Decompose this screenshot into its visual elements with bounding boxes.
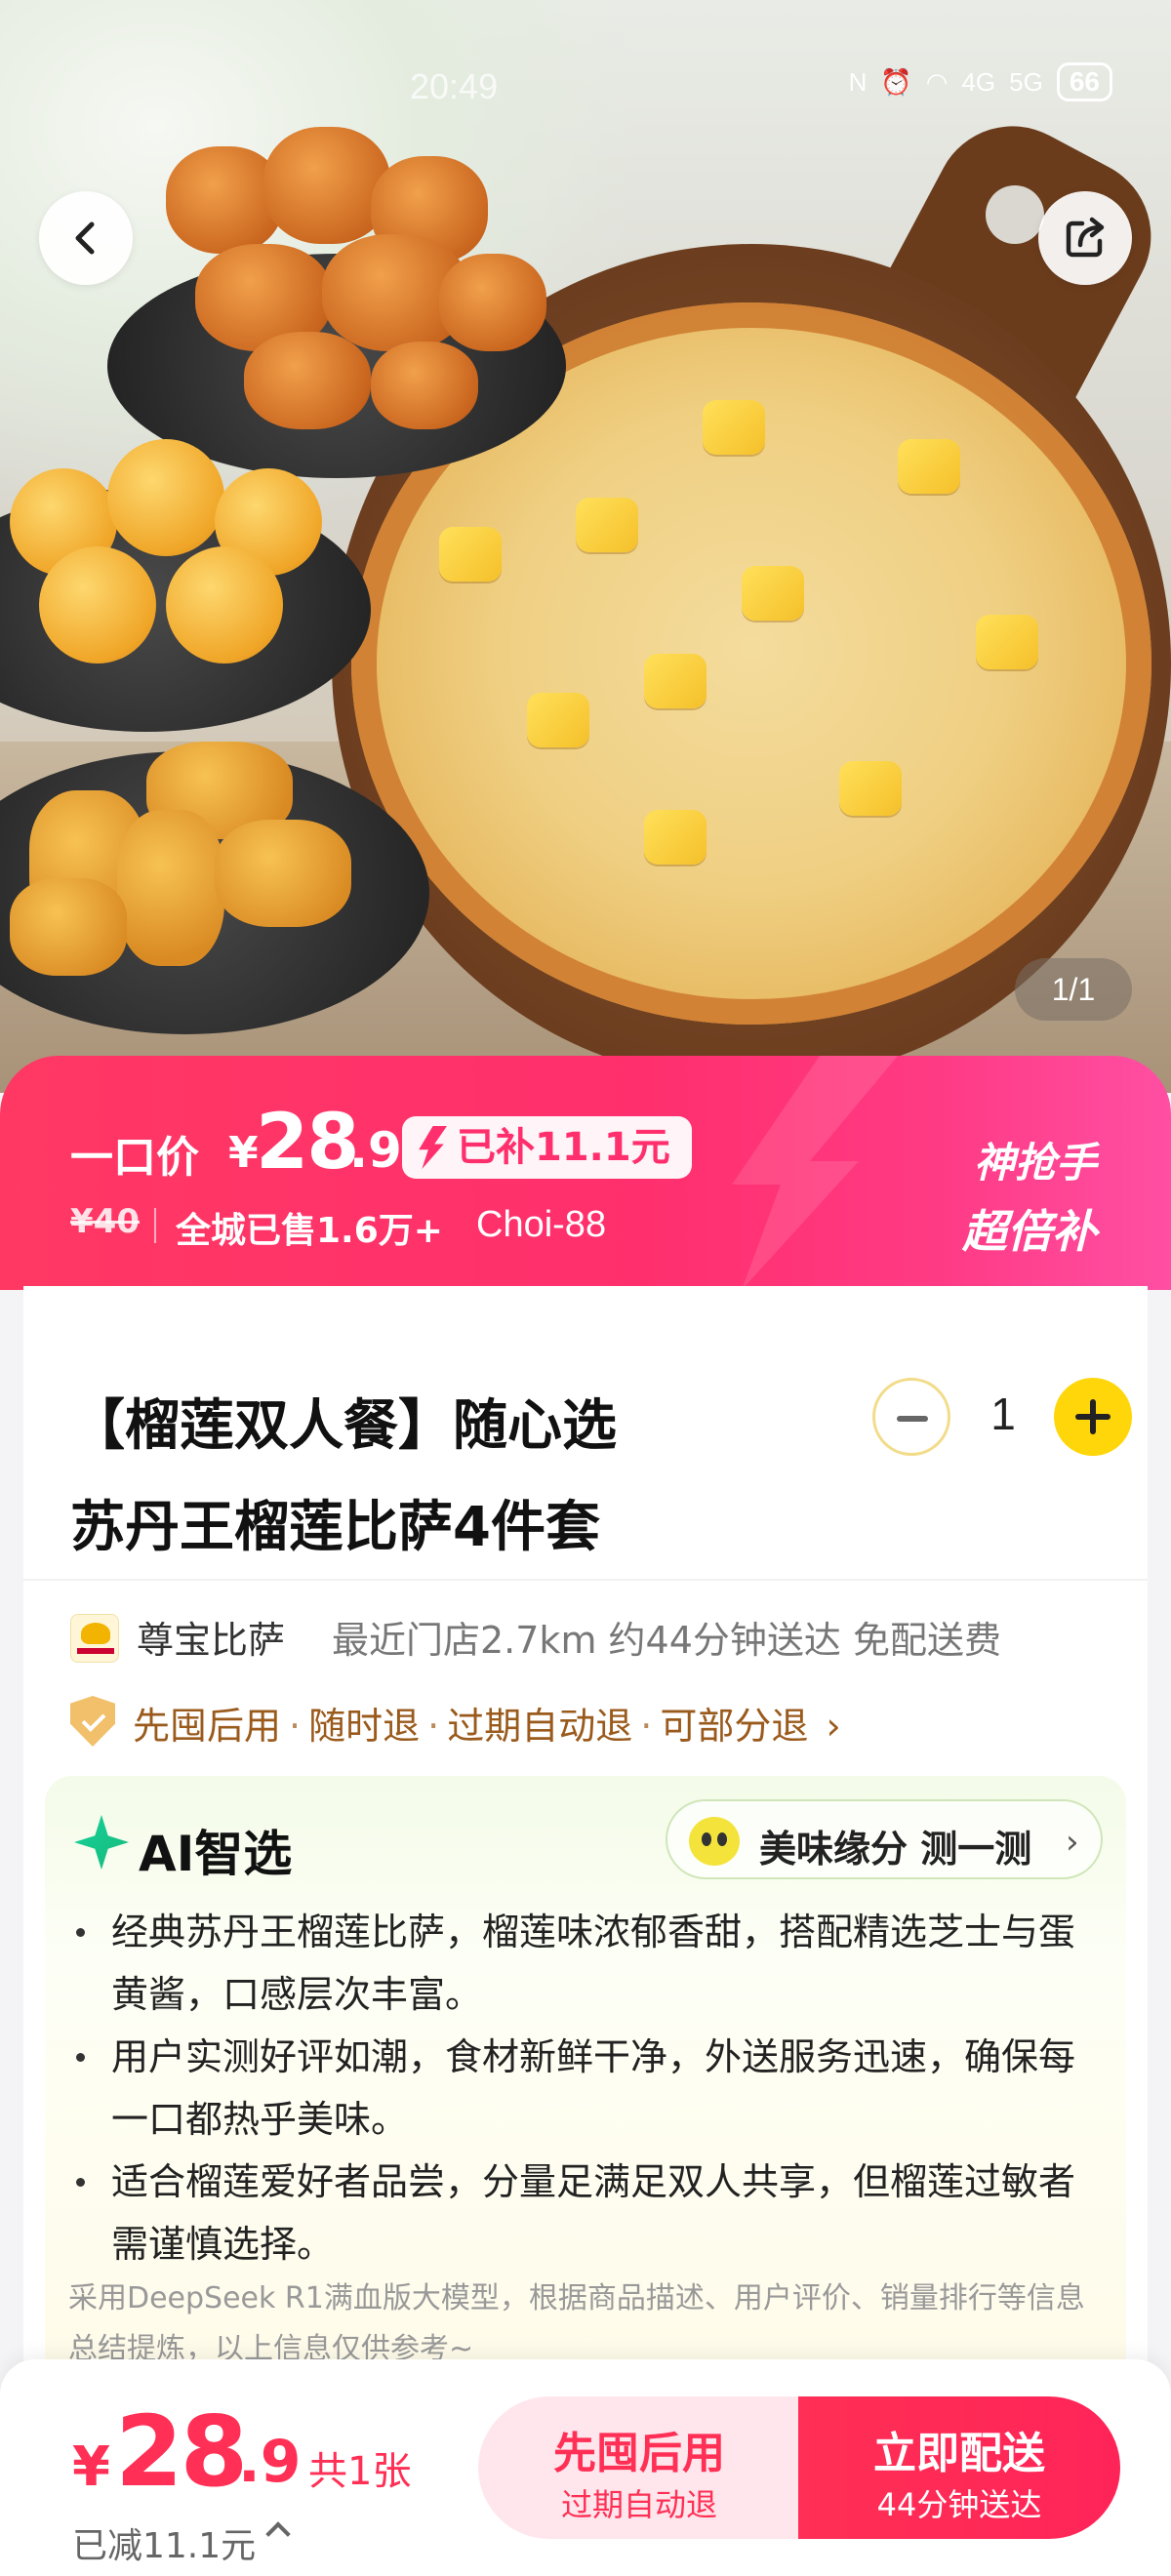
chevron-up-icon[interactable] — [265, 2521, 291, 2547]
nfc-icon: N — [848, 66, 868, 97]
store-logo — [70, 1614, 119, 1663]
store-info[interactable]: 尊宝比萨 最近门店2.7km 约44分钟送达 免配送费 先囤后用 · 随时退 · 过期自… — [23, 1579, 1148, 1784]
promo-tag-subsidy: 超倍补 — [962, 1205, 1097, 1258]
share-icon — [1066, 217, 1105, 258]
product-title: 【榴莲双人餐】随心选 苏丹王榴莲比萨4件套 — [70, 1394, 617, 1559]
total-currency: ¥ — [72, 2435, 110, 2499]
back-button[interactable] — [39, 191, 133, 285]
decrease-button[interactable] — [872, 1378, 950, 1456]
promo-price: 28 — [256, 1099, 360, 1187]
guarantee-item: 可部分退 — [660, 1705, 809, 1748]
stock-up-button[interactable]: 先囤后用 过期自动退 — [478, 2396, 800, 2539]
ai-title: AI智选 — [139, 1826, 293, 1882]
store-name: 尊宝比萨 — [137, 1619, 286, 1662]
guarantee-item: 过期自动退 — [447, 1705, 633, 1748]
guarantee-item: 随时退 — [308, 1705, 421, 1748]
chevron-right-icon: › — [826, 1705, 841, 1748]
promo-tag-hot: 神抢手 — [973, 1139, 1097, 1187]
store-meta: 最近门店2.7km 约44分钟送达 免配送费 — [332, 1619, 1001, 1662]
quantity-stepper: 1 — [849, 1374, 1132, 1456]
ai-bullet: 用户实测好评如潮，食材新鲜干净，外送服务迅速，确保每一口都热乎美味。 — [68, 2026, 1103, 2151]
promo-banner: 一口价 ¥ 28 .9 已补11.1元 ¥40 全城已售1.6万+ Choi-8… — [0, 1056, 1171, 1290]
discount-detail[interactable]: 已减11.1元 — [72, 2517, 256, 2568]
bolt-icon — [419, 1126, 447, 1169]
sold-count: 全城已售1.6万+ — [176, 1211, 443, 1251]
ai-bullet: 经典苏丹王榴莲比萨，榴莲味浓郁香甜，搭配精选芝士与蛋黄酱，口感层次丰富。 — [68, 1901, 1103, 2026]
smiley-face-icon — [689, 1817, 740, 1866]
status-bar: 20:49 N ⏰ ◠ 4G 5G 66 — [0, 59, 1171, 107]
shield-icon — [70, 1696, 115, 1747]
bottom-action-bar: ¥ 28 .9 共1张 已减11.1元 先囤后用 过期自动退 立即配送 44分钟… — [0, 2359, 1171, 2576]
sparkle-icon — [74, 1815, 129, 1870]
guarantee-list[interactable]: 先囤后用 · 随时退 · 过期自动退 · 可部分退 › — [133, 1696, 841, 1750]
promo-currency: ¥ — [228, 1128, 259, 1178]
alarm-icon: ⏰ — [880, 66, 912, 97]
status-time: 20:49 — [410, 66, 499, 106]
promo-code: Choi-88 — [476, 1204, 607, 1245]
quantity-value: 1 — [990, 1389, 1016, 1439]
subsidy-badge: 已补11.1元 — [402, 1116, 692, 1179]
signal-5g-icon: 5G — [1009, 66, 1043, 97]
deliver-now-button[interactable]: 立即配送 44分钟送达 — [798, 2396, 1120, 2539]
ai-bullet-list: 经典苏丹王榴莲比萨，榴莲味浓郁香甜，搭配精选芝士与蛋黄酱，口感层次丰富。 用户实… — [68, 1901, 1103, 2275]
battery-icon: 66 — [1056, 62, 1112, 101]
page-indicator: 1/1 — [1015, 958, 1132, 1021]
chevron-left-icon — [75, 221, 95, 255]
wifi-icon: ◠ — [925, 66, 949, 97]
taste-test-button[interactable]: 美味缘分 测一测 › — [666, 1799, 1103, 1879]
bolt-decoration-icon — [732, 1056, 898, 1290]
ai-disclaimer: 采用DeepSeek R1满血版大模型，根据商品描述、用户评价、销量排行等信息总… — [68, 2281, 1085, 2366]
product-image[interactable]: 20:49 N ⏰ ◠ 4G 5G 66 1/1 — [0, 0, 1171, 1093]
item-count: 共1张 — [308, 2449, 412, 2494]
chevron-right-icon: › — [1066, 1823, 1079, 1862]
increase-button[interactable] — [1054, 1378, 1132, 1456]
signal-4g-icon: 4G — [961, 66, 996, 97]
total-price-decimal: .9 — [238, 2428, 302, 2496]
product-title-card: 【榴莲双人餐】随心选 苏丹王榴莲比萨4件套 1 — [23, 1286, 1148, 1579]
original-price: ¥40 — [70, 1202, 140, 1241]
ai-bullet: 适合榴莲爱好者品尝，分量足满足双人共享，但榴莲过敏者需谨慎选择。 — [68, 2151, 1103, 2275]
guarantee-item: 先囤后用 — [133, 1705, 282, 1748]
ai-summary-card: AI智选 美味缘分 测一测 › 经典苏丹王榴莲比萨，榴莲味浓郁香甜，搭配精选芝士… — [45, 1776, 1126, 2381]
share-button[interactable] — [1038, 191, 1132, 285]
total-price: 28 — [115, 2395, 248, 2509]
promo-price-decimal: .9 — [349, 1122, 402, 1179]
promo-label: 一口价 — [70, 1133, 199, 1183]
